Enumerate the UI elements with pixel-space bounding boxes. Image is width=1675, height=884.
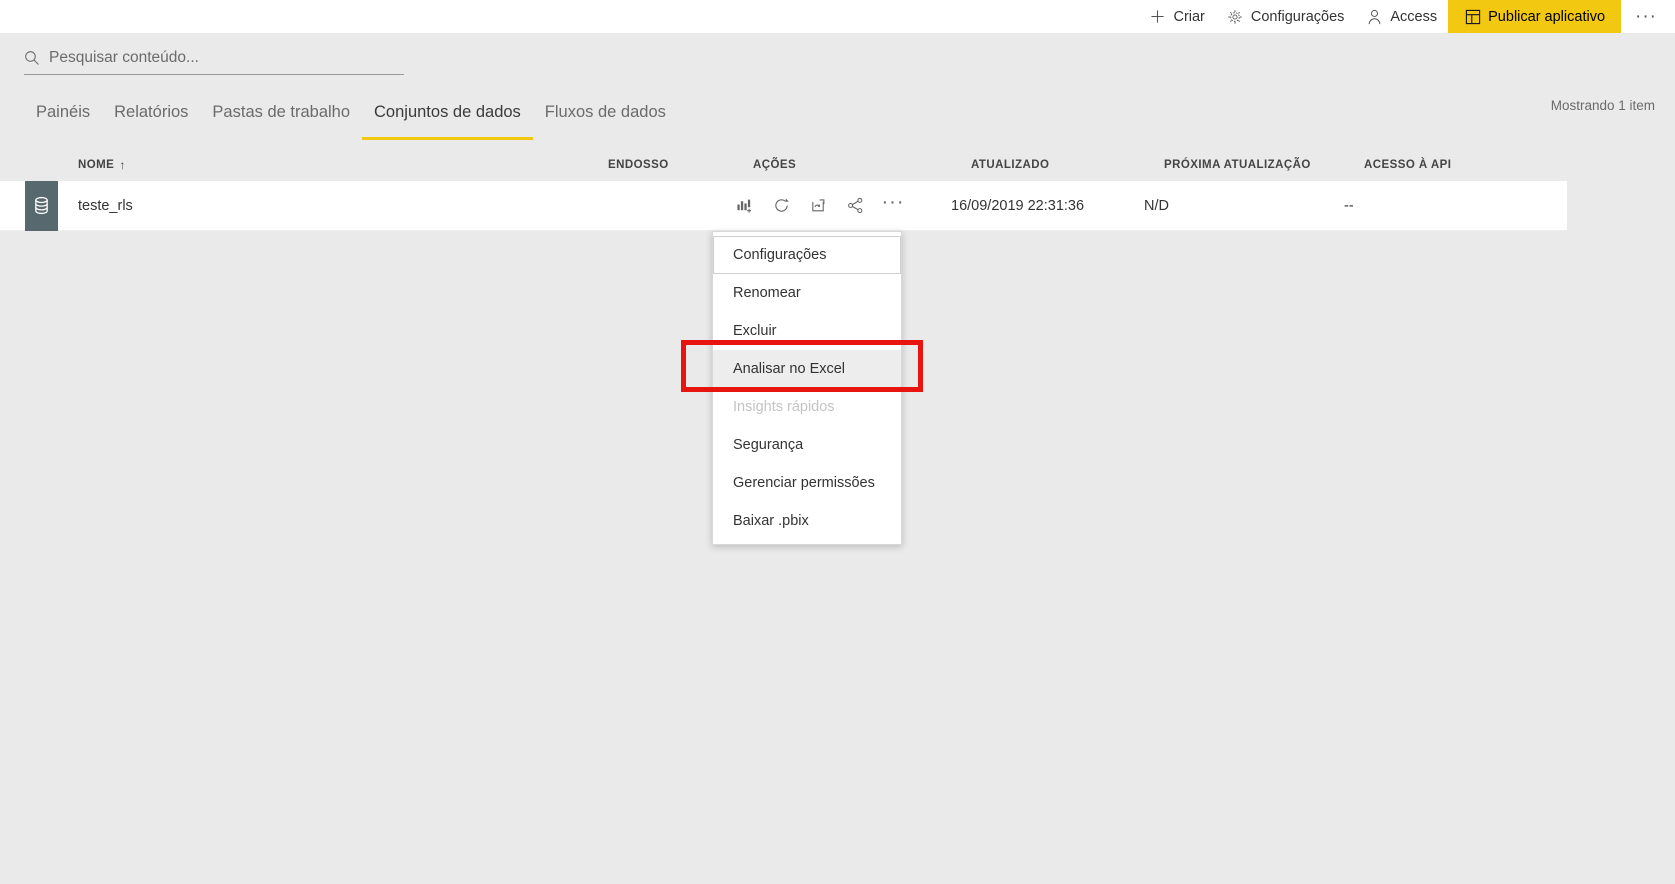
tab-reports[interactable]: Relatórios (102, 103, 200, 140)
content-tabs: Painéis Relatórios Pastas de trabalho Co… (24, 103, 678, 140)
column-header-next-refresh: PRÓXIMA ATUALIZAÇÃO (1164, 158, 1311, 171)
topbar-overflow-button[interactable]: ··· (1621, 0, 1675, 33)
datasets-table: NOME ↑ ENDOSSO AÇÕES ATUALIZADO PRÓXIMA … (0, 148, 1567, 231)
dataset-next-refresh: N/D (1144, 197, 1169, 214)
menu-item-security[interactable]: Segurança (713, 426, 901, 464)
column-header-name[interactable]: NOME ↑ (78, 159, 608, 171)
tab-datasets[interactable]: Conjuntos de dados (362, 103, 533, 140)
dataset-name[interactable]: teste_rls (58, 198, 588, 214)
column-header-api-access: ACESSO À API (1364, 158, 1452, 171)
menu-item-rename[interactable]: Renomear (713, 274, 901, 312)
menu-item-settings[interactable]: Configurações (713, 236, 901, 274)
menu-item-manage-permissions[interactable]: Gerenciar permissões (713, 464, 901, 502)
menu-item-manage-permissions-label: Gerenciar permissões (733, 475, 875, 491)
settings-label: Configurações (1250, 8, 1345, 25)
column-header-actions: AÇÕES (753, 158, 797, 171)
tab-dashboards[interactable]: Painéis (24, 103, 102, 140)
table-header-row: NOME ↑ ENDOSSO AÇÕES ATUALIZADO PRÓXIMA … (0, 148, 1567, 181)
topbar-overflow-label: ··· (1635, 5, 1657, 27)
app-publish-icon (1464, 8, 1481, 25)
gear-icon (1227, 8, 1244, 25)
tab-dataflows-label: Fluxos de dados (544, 103, 666, 121)
dataset-context-menu: Configurações Renomear Excluir Analisar … (712, 231, 902, 545)
sort-ascending-icon: ↑ (119, 157, 126, 172)
column-header-updated: ATUALIZADO (971, 158, 1050, 171)
publish-app-label: Publicar aplicativo (1488, 8, 1606, 25)
menu-item-delete[interactable]: Excluir (713, 312, 901, 350)
tab-datasets-label: Conjuntos de dados (374, 103, 521, 121)
dataset-icon (25, 180, 58, 231)
dataset-updated: 16/09/2019 22:31:36 (951, 197, 1085, 214)
tab-dashboards-label: Painéis (36, 103, 91, 121)
menu-item-quick-insights: Insights rápidos (713, 388, 901, 426)
plus-icon (1149, 8, 1166, 25)
search-bar[interactable] (24, 48, 404, 75)
menu-item-security-label: Segurança (733, 437, 804, 453)
access-label: Access (1390, 8, 1438, 25)
search-icon (24, 50, 40, 66)
refresh-now-icon[interactable] (770, 195, 792, 217)
row-actions: ··· (733, 192, 951, 217)
access-button[interactable]: Access (1355, 0, 1448, 33)
column-header-endorsement: ENDOSSO (608, 158, 669, 171)
schedule-refresh-icon[interactable] (807, 195, 829, 217)
menu-item-analyze-in-excel[interactable]: Analisar no Excel (713, 350, 901, 388)
person-icon (1366, 8, 1383, 25)
menu-item-analyze-in-excel-label: Analisar no Excel (733, 361, 846, 377)
table-row[interactable]: teste_rls ··· 16/09/2019 22:31:36 N/D -- (0, 180, 1567, 231)
menu-item-rename-label: Renomear (733, 285, 801, 301)
menu-item-settings-label: Configurações (733, 247, 827, 263)
menu-item-download-pbix-label: Baixar .pbix (733, 513, 809, 529)
create-report-icon[interactable] (733, 195, 755, 217)
menu-item-download-pbix[interactable]: Baixar .pbix (713, 502, 901, 540)
create-label: Criar (1173, 8, 1205, 25)
tab-workbooks[interactable]: Pastas de trabalho (200, 103, 362, 140)
create-button[interactable]: Criar (1138, 0, 1215, 33)
item-count-label: Mostrando 1 item (1550, 98, 1655, 113)
more-options-icon[interactable]: ··· (881, 192, 905, 217)
share-icon[interactable] (844, 195, 866, 217)
settings-button[interactable]: Configurações (1216, 0, 1356, 33)
column-header-name-label: NOME (78, 158, 115, 171)
top-bar: Criar Configurações Access Publicar apli… (0, 0, 1675, 33)
dataset-api-access: -- (1344, 197, 1354, 214)
publish-app-button[interactable]: Publicar aplicativo (1448, 0, 1622, 33)
tab-workbooks-label: Pastas de trabalho (212, 103, 351, 121)
menu-item-delete-label: Excluir (733, 323, 777, 339)
search-input[interactable] (49, 48, 404, 68)
tab-dataflows[interactable]: Fluxos de dados (533, 103, 678, 140)
tab-reports-label: Relatórios (114, 103, 189, 121)
menu-item-quick-insights-label: Insights rápidos (733, 399, 835, 415)
